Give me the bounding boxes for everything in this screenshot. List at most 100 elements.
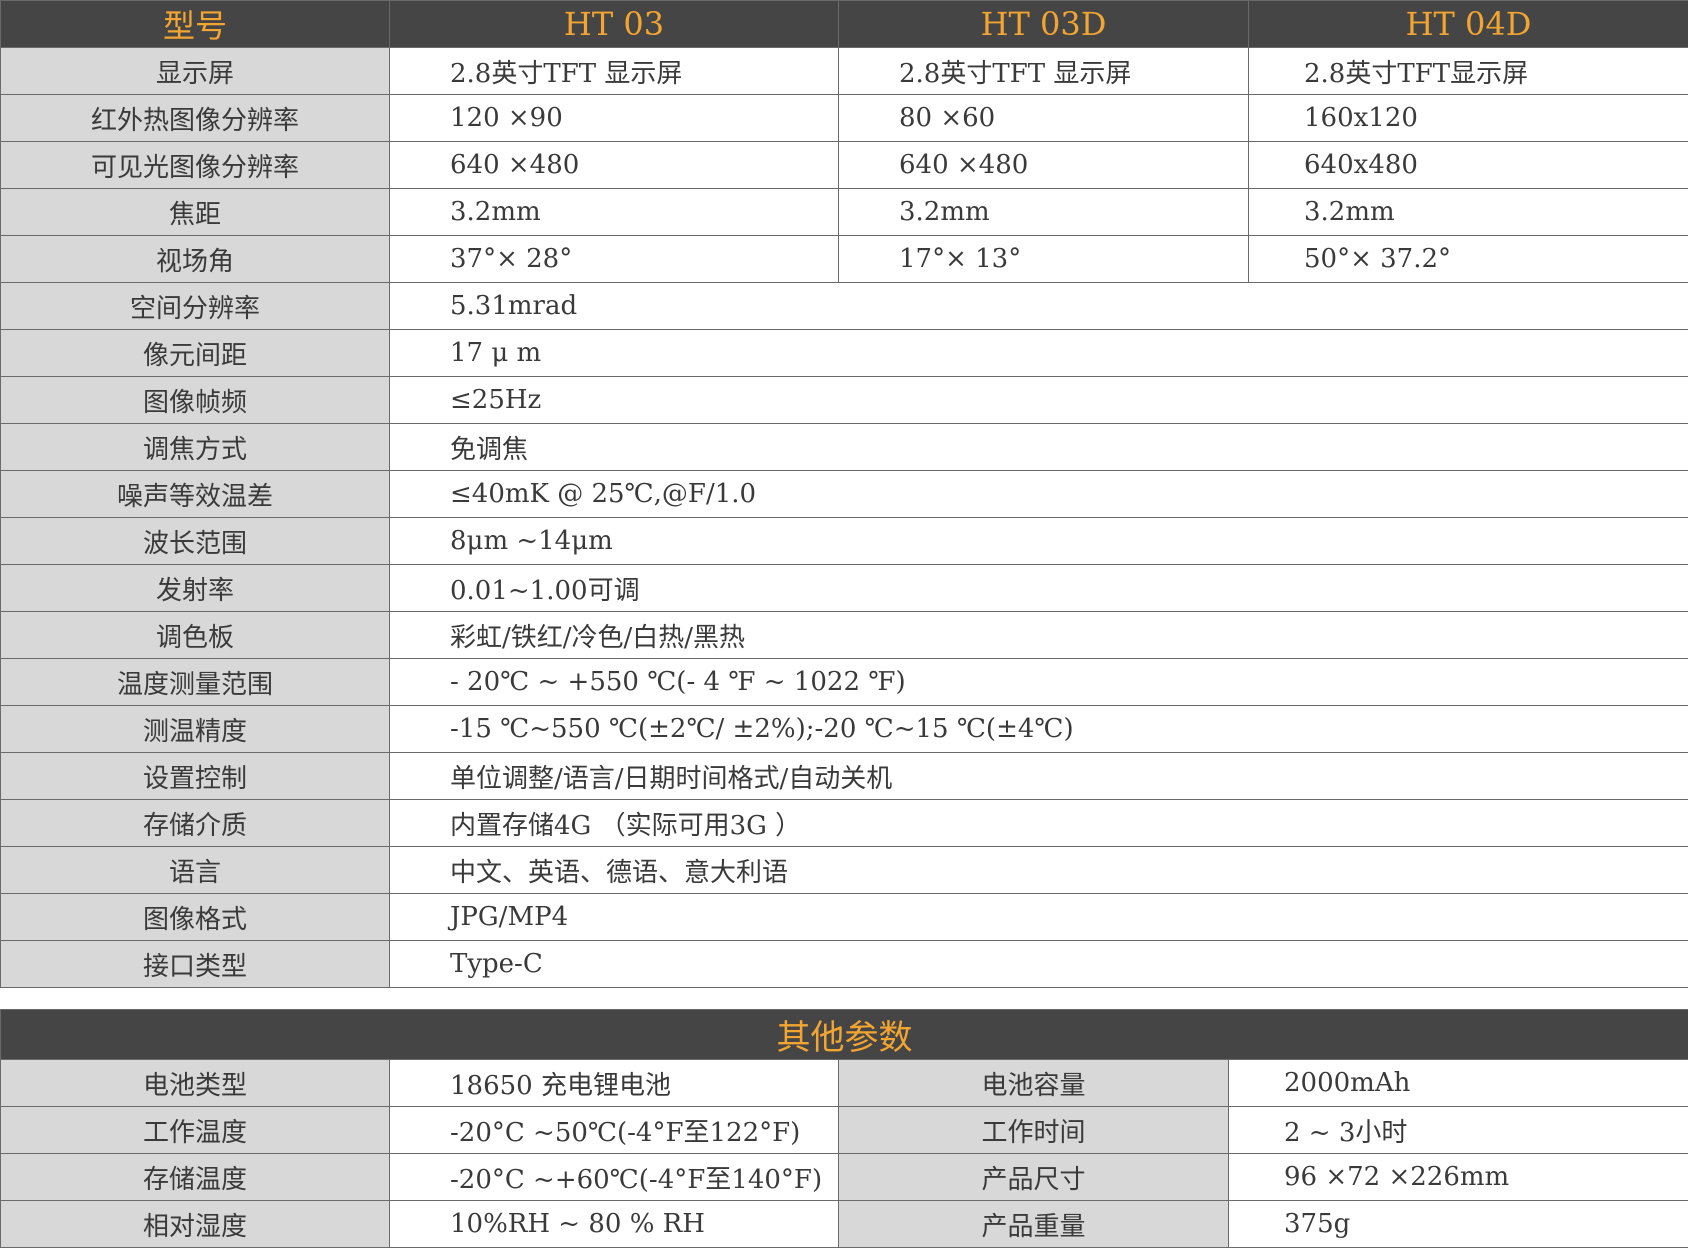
- spec-label: 工作时间: [838, 1106, 1229, 1154]
- spec-label: 可见光图像分辨率: [0, 141, 390, 189]
- spec-label: 电池类型: [0, 1059, 390, 1107]
- spec-label: 图像格式: [0, 893, 390, 941]
- spec-label: 空间分辨率: [0, 282, 390, 330]
- model-header-label: 型号: [0, 0, 390, 48]
- spec-value: -20°C ~50℃(-4°F至122°F): [389, 1106, 839, 1154]
- spec-row: 语言 中文、英语、德语、意大利语: [0, 846, 1688, 894]
- spec-row: 噪声等效温差 ≤40mK @ 25℃,@F/1.0: [0, 470, 1688, 518]
- spec-label: 存储温度: [0, 1153, 390, 1201]
- spec-value: -20°C ~+60℃(-4°F至140°F): [389, 1153, 839, 1201]
- spec-label: 设置控制: [0, 752, 390, 800]
- spec-row: 设置控制 单位调整/语言/日期时间格式/自动关机: [0, 752, 1688, 800]
- spec-label: 产品重量: [838, 1200, 1229, 1248]
- spec-row: 图像格式 JPG/MP4: [0, 893, 1688, 941]
- spec-value: 640 ×480: [389, 141, 839, 189]
- header-row: 型号 HT 03 HT 03D HT 04D: [0, 0, 1688, 48]
- spec-row: 电池类型 18650 充电锂电池 电池容量 2000mAh: [0, 1059, 1688, 1107]
- spec-label: 焦距: [0, 188, 390, 236]
- spec-row: 存储温度 -20°C ~+60℃(-4°F至140°F) 产品尺寸 96 ×72…: [0, 1153, 1688, 1201]
- spec-value: 375g: [1228, 1200, 1688, 1248]
- spec-row: 接口类型 Type-C: [0, 940, 1688, 988]
- spec-value: 免调焦: [389, 423, 1688, 471]
- spec-value: 96 ×72 ×226mm: [1228, 1153, 1688, 1201]
- spec-row: 调色板 彩虹/铁红/冷色/白热/黑热: [0, 611, 1688, 659]
- spec-value: 彩虹/铁红/冷色/白热/黑热: [389, 611, 1688, 659]
- spec-value: ≤40mK @ 25℃,@F/1.0: [389, 470, 1688, 518]
- spec-row: 波长范围 8μm ~14μm: [0, 517, 1688, 565]
- spec-label: 调色板: [0, 611, 390, 659]
- spec-value: 单位调整/语言/日期时间格式/自动关机: [389, 752, 1688, 800]
- spec-row: 像元间距 17 μ m: [0, 329, 1688, 377]
- spec-label: 视场角: [0, 235, 390, 283]
- spec-value: 640x480: [1248, 141, 1688, 189]
- spec-table: 型号 HT 03 HT 03D HT 04D 显示屏 2.8英寸TFT 显示屏 …: [0, 0, 1688, 988]
- spec-value: 2.8英寸TFT显示屏: [1248, 47, 1688, 95]
- spec-value: 3.2mm: [838, 188, 1249, 236]
- spec-value: 8μm ~14μm: [389, 517, 1688, 565]
- spec-value: 640 ×480: [838, 141, 1249, 189]
- spec-value: 50°× 37.2°: [1248, 235, 1688, 283]
- spec-label: 语言: [0, 846, 390, 894]
- spec-label: 产品尺寸: [838, 1153, 1229, 1201]
- spec-value: 5.31mrad: [389, 282, 1688, 330]
- spec-value: 内置存储4G （实际可用3G ）: [389, 799, 1688, 847]
- spec-row: 发射率 0.01~1.00可调: [0, 564, 1688, 612]
- spec-value: 18650 充电锂电池: [389, 1059, 839, 1107]
- spec-label: 电池容量: [838, 1059, 1229, 1107]
- spec-value: 37°× 28°: [389, 235, 839, 283]
- spec-value: 120 ×90: [389, 94, 839, 142]
- spec-value: 0.01~1.00可调: [389, 564, 1688, 612]
- spec-value: 2.8英寸TFT 显示屏: [389, 47, 839, 95]
- spec-label: 存储介质: [0, 799, 390, 847]
- other-params-table: 其他参数 电池类型 18650 充电锂电池 电池容量 2000mAh 工作温度 …: [0, 1009, 1688, 1248]
- spec-label: 图像帧频: [0, 376, 390, 424]
- spec-value: 17°× 13°: [838, 235, 1249, 283]
- spec-row: 焦距 3.2mm 3.2mm 3.2mm: [0, 188, 1688, 236]
- spec-value: 80 ×60: [838, 94, 1249, 142]
- model-name: HT 03: [389, 0, 839, 48]
- spec-row: 图像帧频 ≤25Hz: [0, 376, 1688, 424]
- spec-row: 空间分辨率 5.31mrad: [0, 282, 1688, 330]
- spec-label: 接口类型: [0, 940, 390, 988]
- spec-label: 调焦方式: [0, 423, 390, 471]
- model-name: HT 04D: [1248, 0, 1688, 48]
- spec-label: 噪声等效温差: [0, 470, 390, 518]
- spec-row: 存储介质 内置存储4G （实际可用3G ）: [0, 799, 1688, 847]
- spec-value: ≤25Hz: [389, 376, 1688, 424]
- spec-value: 17 μ m: [389, 329, 1688, 377]
- spec-row: 温度测量范围 - 20℃ ~ +550 ℃(- 4 ℉ ~ 1022 ℉): [0, 658, 1688, 706]
- spec-value: JPG/MP4: [389, 893, 1688, 941]
- spec-row: 测温精度 -15 ℃~550 ℃(±2℃/ ±2%);-20 ℃~15 ℃(±4…: [0, 705, 1688, 753]
- spec-value: 2.8英寸TFT 显示屏: [838, 47, 1249, 95]
- spec-label: 工作温度: [0, 1106, 390, 1154]
- spec-label: 像元间距: [0, 329, 390, 377]
- model-name: HT 03D: [838, 0, 1249, 48]
- section-header-row: 其他参数: [0, 1009, 1688, 1060]
- spec-value: 160x120: [1248, 94, 1688, 142]
- spec-value: 3.2mm: [389, 188, 839, 236]
- spec-label: 红外热图像分辨率: [0, 94, 390, 142]
- spec-value: 2 ~ 3小时: [1228, 1106, 1688, 1154]
- spec-row: 红外热图像分辨率 120 ×90 80 ×60 160x120: [0, 94, 1688, 142]
- spec-value: 2000mAh: [1228, 1059, 1688, 1107]
- spec-row: 视场角 37°× 28° 17°× 13° 50°× 37.2°: [0, 235, 1688, 283]
- spec-value: Type-C: [389, 940, 1688, 988]
- section-title: 其他参数: [0, 1009, 1688, 1060]
- spec-row: 工作温度 -20°C ~50℃(-4°F至122°F) 工作时间 2 ~ 3小时: [0, 1106, 1688, 1154]
- spec-label: 温度测量范围: [0, 658, 390, 706]
- spec-row: 相对湿度 10%RH ~ 80 % RH 产品重量 375g: [0, 1200, 1688, 1248]
- spec-value: 10%RH ~ 80 % RH: [389, 1200, 839, 1248]
- spec-value: - 20℃ ~ +550 ℃(- 4 ℉ ~ 1022 ℉): [389, 658, 1688, 706]
- spec-row: 调焦方式 免调焦: [0, 423, 1688, 471]
- spec-value: 中文、英语、德语、意大利语: [389, 846, 1688, 894]
- spec-label: 波长范围: [0, 517, 390, 565]
- spec-sheet: 型号 HT 03 HT 03D HT 04D 显示屏 2.8英寸TFT 显示屏 …: [0, 0, 1688, 1250]
- spec-row: 显示屏 2.8英寸TFT 显示屏 2.8英寸TFT 显示屏 2.8英寸TFT显示…: [0, 47, 1688, 95]
- spec-label: 显示屏: [0, 47, 390, 95]
- spec-label: 测温精度: [0, 705, 390, 753]
- spec-row: 可见光图像分辨率 640 ×480 640 ×480 640x480: [0, 141, 1688, 189]
- spec-label: 发射率: [0, 564, 390, 612]
- spec-value: -15 ℃~550 ℃(±2℃/ ±2%);-20 ℃~15 ℃(±4℃): [389, 705, 1688, 753]
- spec-value: 3.2mm: [1248, 188, 1688, 236]
- spec-label: 相对湿度: [0, 1200, 390, 1248]
